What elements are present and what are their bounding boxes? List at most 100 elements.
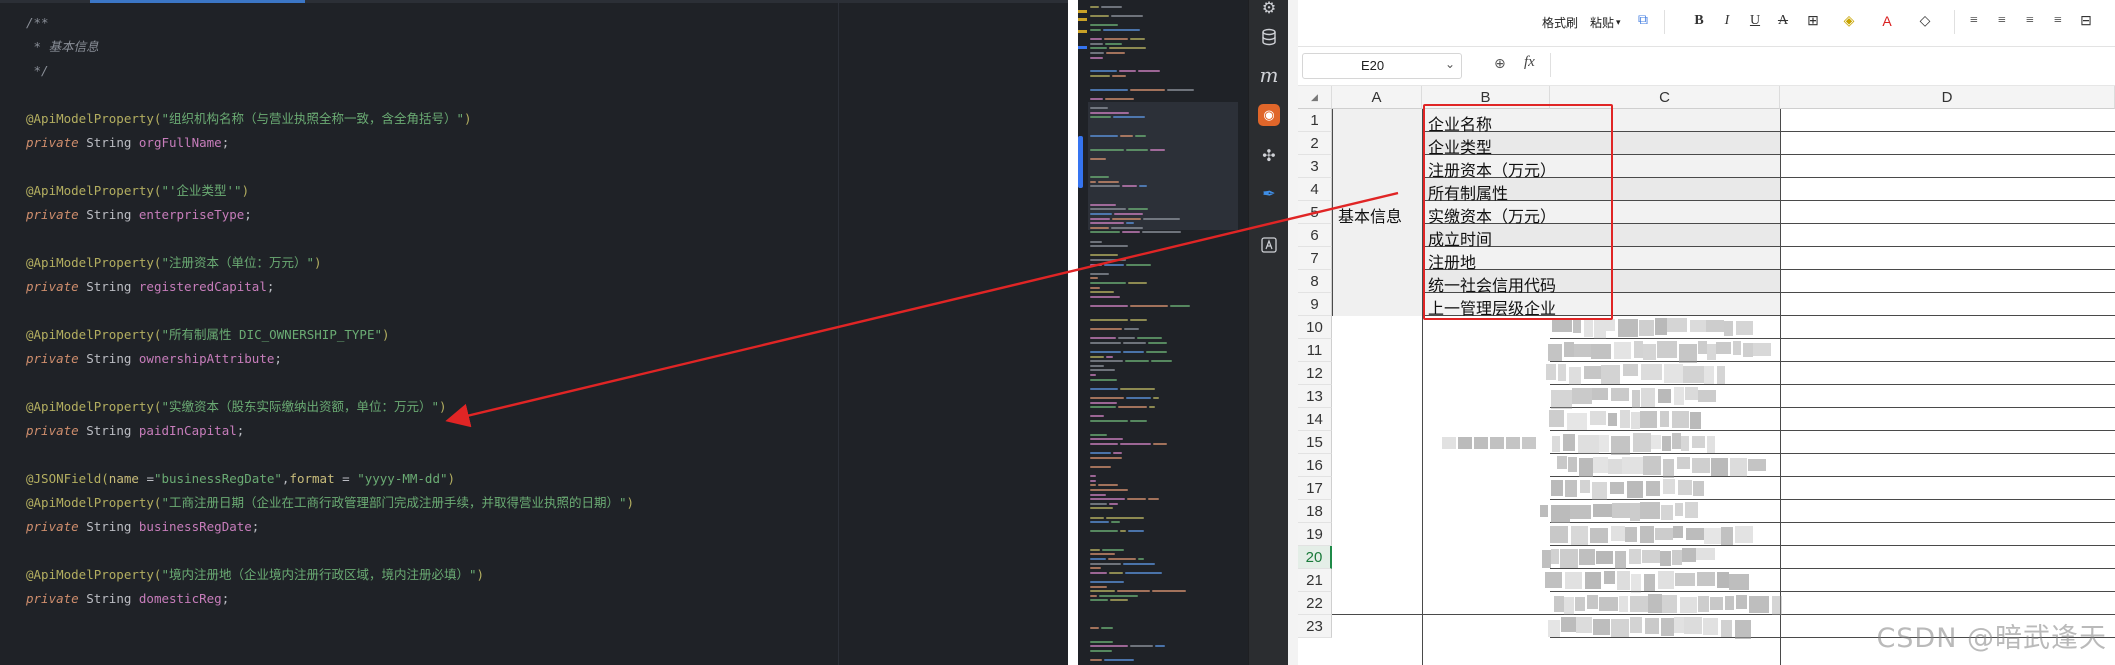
code-line[interactable]: @ApiModelProperty("'企业类型'") xyxy=(26,180,249,202)
minimap-line xyxy=(1090,645,1128,648)
maven-m-icon[interactable]: m xyxy=(1256,62,1282,88)
row-header-4[interactable]: 4 xyxy=(1298,178,1332,201)
minimap-line xyxy=(1090,456,1122,459)
formula-input[interactable] xyxy=(1550,53,2111,77)
settings-icon[interactable]: ⚙ xyxy=(1256,0,1282,20)
row-header-18[interactable]: 18 xyxy=(1298,500,1332,523)
redacted-content xyxy=(1716,342,1731,354)
code-line[interactable]: @ApiModelProperty("实缴资本（股东实际缴纳出资额，单位：万元）… xyxy=(26,396,447,418)
redacted-content xyxy=(1474,437,1488,449)
row-header-21[interactable]: 21 xyxy=(1298,569,1332,592)
cell-grid[interactable]: ◢ A B C D 1 2 3 4 5 6 7 8 9 10 11 12 13 14 15 16 17 18 19 20 21 22… xyxy=(1298,86,2115,665)
spreadsheet-window[interactable]: 格式刷 粘贴 ▾ ⧉ B I U A ⊞ ◈ A ◇ ≡ ≡ ≡ ≡ ⊟ E20… xyxy=(1298,0,2115,665)
row-header-3[interactable]: 3 xyxy=(1298,155,1332,178)
row-header-5[interactable]: 5 xyxy=(1298,201,1332,224)
code-line[interactable]: private String paidInCapital; xyxy=(26,420,244,442)
row-header-19[interactable]: 19 xyxy=(1298,523,1332,546)
column-header-d[interactable]: D xyxy=(1780,86,2115,109)
minimap-scroll-thumb[interactable] xyxy=(1078,136,1083,188)
italic-button[interactable]: I xyxy=(1718,10,1736,32)
justify-icon[interactable]: ≡ xyxy=(2048,10,2068,32)
code-line[interactable]: @ApiModelProperty("组织机构名称（与营业执照全称一致，含全角括… xyxy=(26,108,472,130)
align-right-icon[interactable]: ≡ xyxy=(2020,10,2040,32)
orange-app-icon[interactable]: ◉ xyxy=(1258,104,1280,126)
paste-dropdown-icon[interactable]: ▾ xyxy=(1616,17,1621,28)
code-line[interactable]: * 基本信息 xyxy=(26,36,99,58)
redacted-content xyxy=(1558,364,1566,381)
minimap-line xyxy=(1130,305,1168,307)
minimap-marker xyxy=(1078,18,1087,21)
row-header-11[interactable]: 11 xyxy=(1298,339,1332,362)
row-header-2[interactable]: 2 xyxy=(1298,132,1332,155)
code-line[interactable]: private String registeredCapital; xyxy=(26,276,274,298)
code-line[interactable]: private String domesticReg; xyxy=(26,588,229,610)
code-line[interactable]: private String enterpriseType; xyxy=(26,204,252,226)
chevron-down-icon[interactable]: ⌄ xyxy=(1445,57,1455,71)
minimap-line xyxy=(1124,328,1139,330)
row-header-9[interactable]: 9 xyxy=(1298,293,1332,316)
minimap-line xyxy=(1106,52,1125,54)
redacted-content xyxy=(1730,458,1747,477)
bold-button[interactable]: B xyxy=(1690,10,1708,32)
redacted-content xyxy=(1561,617,1576,632)
row-header-16[interactable]: 16 xyxy=(1298,454,1332,477)
name-box[interactable]: E20 ⌄ xyxy=(1302,53,1462,79)
row-header-1[interactable]: 1 xyxy=(1298,109,1332,132)
zoom-icon[interactable]: ⊕ xyxy=(1494,56,1506,72)
row-header-15[interactable]: 15 xyxy=(1298,431,1332,454)
row-header-7[interactable]: 7 xyxy=(1298,247,1332,270)
row-header-23[interactable]: 23 xyxy=(1298,615,1332,638)
code-line[interactable]: private String businessRegDate; xyxy=(26,516,259,538)
row-header-8[interactable]: 8 xyxy=(1298,270,1332,293)
translate-icon[interactable] xyxy=(1256,232,1282,258)
row-header-6[interactable]: 6 xyxy=(1298,224,1332,247)
border-icon[interactable]: ⊞ xyxy=(1802,10,1824,32)
feather-icon[interactable]: ✒ xyxy=(1256,180,1282,206)
align-left-icon[interactable]: ≡ xyxy=(1964,10,1984,32)
redacted-content xyxy=(1661,505,1673,520)
format-painter-button[interactable]: 格式刷 xyxy=(1542,14,1578,31)
clear-format-icon[interactable]: ◇ xyxy=(1914,10,1936,32)
copy-icon[interactable]: ⧉ xyxy=(1632,10,1654,32)
code-line[interactable]: @JSONField(name ="businessRegDate",forma… xyxy=(26,468,455,490)
code-line[interactable]: /** xyxy=(26,12,49,34)
strikethrough-button[interactable]: A xyxy=(1774,10,1792,32)
row-header-14[interactable]: 14 xyxy=(1298,408,1332,431)
code-line[interactable]: @ApiModelProperty("所有制属性 DIC_OWNERSHIP_T… xyxy=(26,324,390,346)
redacted-content xyxy=(1639,320,1654,336)
code-line[interactable]: @ApiModelProperty("工商注册日期（企业在工商行政管理部门完成注… xyxy=(26,492,634,514)
align-center-icon[interactable]: ≡ xyxy=(1992,10,2012,32)
code-token: = xyxy=(342,471,358,486)
distributed-align-icon[interactable]: ⊟ xyxy=(2076,10,2096,32)
font-color-icon[interactable]: A xyxy=(1876,10,1898,32)
minimap-line xyxy=(1090,562,1121,565)
paste-button[interactable]: 粘贴 xyxy=(1590,14,1614,31)
code-line[interactable]: private String ownershipAttribute; xyxy=(26,348,282,370)
redacted-content xyxy=(1643,344,1656,360)
code-line[interactable]: @ApiModelProperty("注册资本（单位：万元）") xyxy=(26,252,322,274)
row-header-17[interactable]: 17 xyxy=(1298,477,1332,500)
minimap-viewport[interactable] xyxy=(1088,102,1238,230)
database-icon[interactable] xyxy=(1256,24,1282,50)
function-icon[interactable]: fx xyxy=(1524,54,1535,71)
code-line[interactable]: */ xyxy=(26,60,49,82)
code-line[interactable]: @ApiModelProperty("境内注册地（企业境内注册行政区域，境内注册… xyxy=(26,564,484,586)
group-label-cell[interactable]: 基本信息 xyxy=(1338,203,1402,227)
row-header-10[interactable]: 10 xyxy=(1298,316,1332,339)
minimap[interactable] xyxy=(1078,0,1248,665)
code-line[interactable]: private String orgFullName; xyxy=(26,132,229,154)
fill-color-icon[interactable]: ◈ xyxy=(1838,10,1860,32)
redacted-content xyxy=(1680,597,1697,613)
row-header-22[interactable]: 22 xyxy=(1298,592,1332,615)
column-header-a[interactable]: A xyxy=(1332,86,1422,109)
row-header-12[interactable]: 12 xyxy=(1298,362,1332,385)
underline-button[interactable]: U xyxy=(1746,10,1764,32)
row-header-13[interactable]: 13 xyxy=(1298,385,1332,408)
minimap-line xyxy=(1104,263,1124,266)
code-editor[interactable]: /** * 基本信息 */ @ApiModelProperty("组织机构名称（与… xyxy=(0,0,1068,665)
redacted-content xyxy=(1629,549,1641,564)
select-all-corner[interactable]: ◢ xyxy=(1298,86,1332,109)
code-token: ) xyxy=(447,471,456,486)
plugin-icon[interactable]: ✣ xyxy=(1256,142,1282,168)
row-header-20[interactable]: 20 xyxy=(1298,546,1332,569)
